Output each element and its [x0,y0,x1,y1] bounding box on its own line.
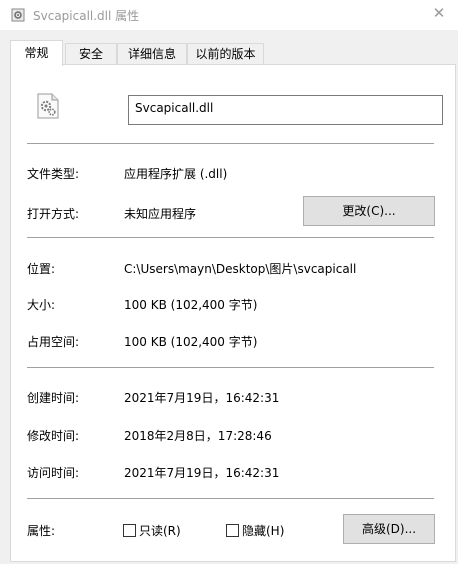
readonly-checkbox-label: 只读(R) [139,524,181,538]
tab-details[interactable]: 详细信息 [117,43,187,65]
accessed-value: 2021年7月19日，16:42:31 [124,466,280,480]
disk-size-value: 100 KB (102,400 字节) [124,335,258,349]
size-label: 大小: [27,298,56,312]
file-name-field[interactable]: Svcapicall.dll [128,95,443,125]
window-title: Svcapicall.dll 属性 [33,9,140,23]
divider [27,498,434,499]
location-label: 位置: [27,262,56,276]
opens-with-value: 未知应用程序 [124,207,197,221]
hidden-checkbox[interactable]: 隐藏(H) [226,522,284,539]
divider [27,143,434,144]
created-label: 创建时间: [27,391,80,405]
tab-previous-versions[interactable]: 以前的版本 [187,43,264,65]
hidden-checkbox-box[interactable] [226,524,239,537]
size-value: 100 KB (102,400 字节) [124,298,258,312]
modified-label: 修改时间: [27,429,80,443]
general-panel: Svcapicall.dll 文件类型: 应用程序扩展 (.dll) 打开方式:… [10,64,456,562]
location-value: C:\Users\mayn\Desktop\图片\svcapicall [124,262,357,276]
hidden-checkbox-label: 隐藏(H) [242,524,285,538]
change-button[interactable]: 更改(C)... [303,196,435,226]
close-icon[interactable]: ✕ [429,4,449,22]
title-bar: Svcapicall.dll 属性 ✕ [0,0,458,30]
created-value: 2021年7月19日，16:42:31 [124,391,280,405]
disk-size-label: 占用空间: [27,335,80,349]
divider [27,237,434,238]
advanced-button[interactable]: 高级(D)... [343,514,435,544]
attributes-label: 属性: [27,524,56,538]
tab-general[interactable]: 常规 [10,40,63,66]
opens-with-label: 打开方式: [27,207,80,221]
modified-value: 2018年2月8日，17:28:46 [124,429,272,443]
readonly-checkbox[interactable]: 只读(R) [123,522,181,539]
divider [27,367,434,368]
file-type-value: 应用程序扩展 (.dll) [124,167,228,181]
tab-security[interactable]: 安全 [65,43,117,65]
dll-settings-icon [11,8,25,22]
file-type-label: 文件类型: [27,167,80,181]
readonly-checkbox-box[interactable] [123,524,136,537]
accessed-label: 访问时间: [27,466,80,480]
dll-file-icon [37,93,59,119]
